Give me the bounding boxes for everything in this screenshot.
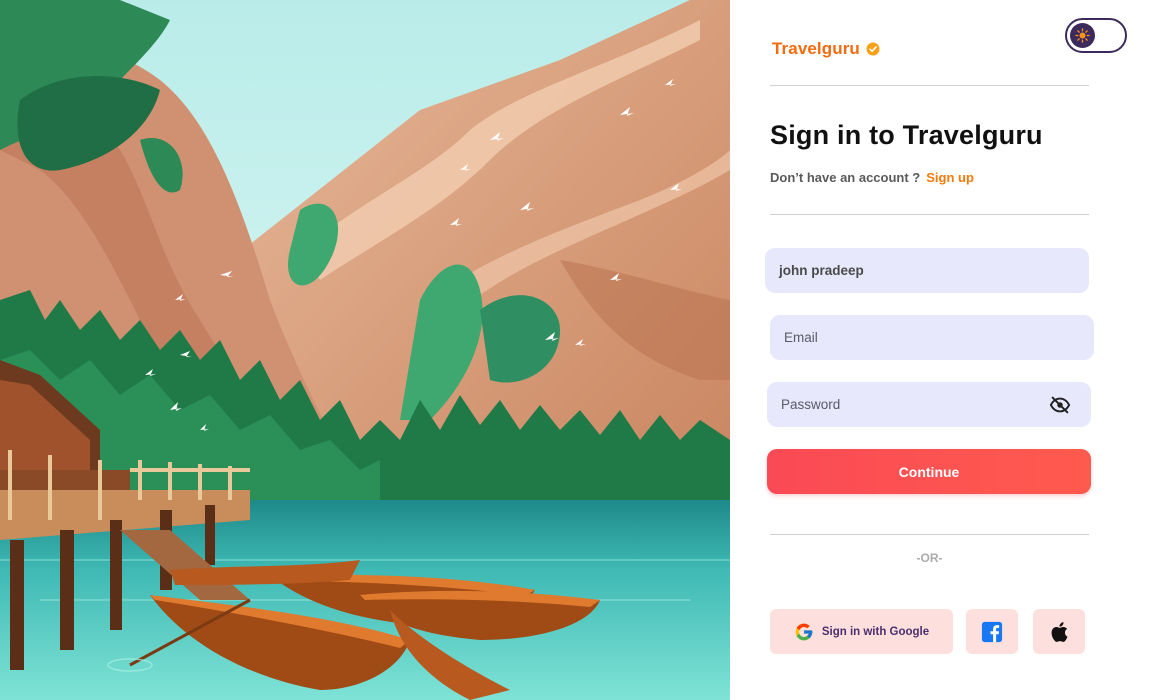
name-input[interactable]: john pradeep [765,248,1089,293]
lake-mountain-illustration [0,0,730,700]
brand-logo[interactable]: Travelguru [772,39,880,59]
google-signin-button[interactable]: Sign in with Google [770,609,953,654]
sun-icon [1075,28,1090,43]
google-icon [795,623,813,640]
signin-panel: Travelguru Sign in to Travelguru Don’t h… [730,0,1152,700]
signup-prompt: Don’t have an account ? Sign up [770,170,974,185]
header-divider [770,85,1089,86]
theme-toggle[interactable] [1065,18,1127,53]
signup-link[interactable]: Sign up [926,170,974,185]
continue-button[interactable]: Continue [767,449,1091,494]
signup-prompt-text: Don’t have an account ? [770,170,921,185]
hero-illustration [0,0,730,700]
brand-name: Travelguru [772,39,860,58]
name-input-value: john pradeep [779,263,864,278]
eye-off-icon[interactable] [1049,395,1071,415]
page-title: Sign in to Travelguru [770,120,1043,150]
facebook-signin-button[interactable] [966,609,1018,654]
email-input[interactable]: Email [770,315,1094,360]
verified-badge-icon [866,42,880,56]
or-divider-line [770,534,1089,535]
or-divider: -OR- [916,551,943,565]
apple-signin-button[interactable] [1033,609,1085,654]
theme-toggle-knob [1070,23,1095,48]
apple-icon [1051,621,1068,642]
password-input-placeholder: Password [781,397,841,412]
title-divider [770,214,1089,215]
facebook-icon [981,621,1003,642]
email-input-placeholder: Email [784,330,818,345]
password-input[interactable]: Password [767,382,1091,427]
google-signin-label: Sign in with Google [821,625,930,638]
